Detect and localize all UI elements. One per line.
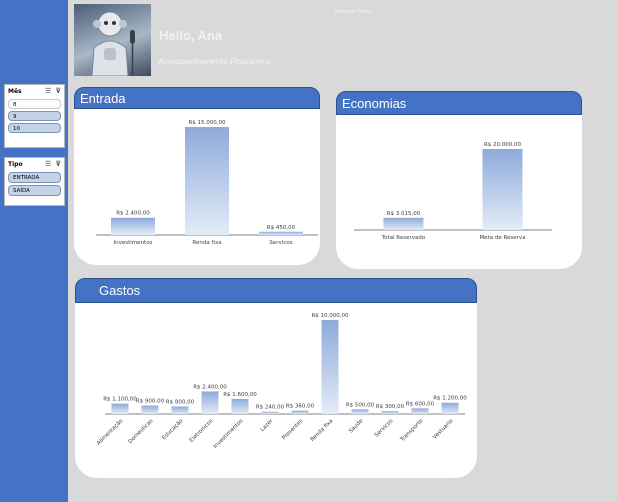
category-label: Renda fixa [192,240,221,246]
category-label: Saude [348,418,365,435]
robot-avatar-image [74,4,151,76]
data-label: R$ 800,00 [166,399,195,405]
month-slicer-item[interactable]: 9 [8,111,61,121]
gastos-chart: R$ 1.100,00 Alimentação R$ 900,00 Domestica… [96,313,467,450]
data-label: R$ 240,00 [256,405,285,411]
data-label: R$ 3.015,00 [387,211,421,217]
bar [291,410,309,414]
bar [261,411,279,414]
type-slicer-header: Tipo ☰ ⊽ [5,158,64,170]
category-label: Servicos [269,240,292,246]
category-label: Servicos [374,418,395,439]
search-button-label: Pesquisar Botão [334,9,371,15]
type-slicer-title: Tipo [8,160,23,168]
bar [111,217,155,235]
data-label: R$ 900,00 [136,399,165,405]
category-label: Lazer [260,418,275,433]
category-label: Presentes [281,418,304,441]
data-label: R$ 500,00 [346,402,375,408]
data-label: R$ 300,00 [376,404,405,410]
category-label: Alimentação [96,418,125,447]
entrada-chart: R$ 2.400,00 Investimentos R$ 15.000,00 Rend… [96,120,318,246]
category-label: Vestuario [432,418,455,441]
bar [231,398,249,414]
data-label: R$ 2.400,00 [193,384,227,390]
data-label: R$ 1.200,00 [433,396,467,402]
category-label: Total Reservado [381,235,426,241]
data-label: R$ 1.100,00 [103,397,137,403]
bar [201,391,219,414]
category-label: Investimentos [213,418,245,450]
multi-select-icon[interactable]: ☰ [45,87,51,95]
month-slicer-title: Mês [8,87,22,95]
bar [185,127,229,235]
category-label: Meta de Reserva [479,235,525,241]
dashboard-subtitle: Acompanhamento Financeiro [158,57,271,66]
month-slicer-item[interactable]: 8 [8,99,61,109]
bar [482,149,523,230]
data-label: R$ 15.000,00 [188,120,226,126]
data-label: R$ 10.000,00 [311,313,349,319]
category-label: Eletronicos [189,418,215,444]
bar [351,409,369,414]
month-slicer-header: Mês ☰ ⊽ [5,85,64,97]
left-sidebar [0,0,68,502]
clear-filter-icon[interactable]: ⊽ [55,87,61,95]
category-label: Renda fixa [310,418,335,443]
economias-chart: R$ 3.015,00 Total Reservado R$ 20.000,00 Me… [354,142,552,241]
data-label: R$ 360,00 [286,404,315,410]
multi-select-icon[interactable]: ☰ [45,160,51,168]
bar [141,405,159,414]
bar [111,403,129,414]
month-slicer-item[interactable]: 10 [8,123,61,133]
data-label: R$ 2.400,00 [116,211,150,217]
bar [441,402,459,414]
type-slicer-item[interactable]: SAÍDA [8,185,61,196]
data-label: R$ 20.000,00 [484,142,522,148]
bar [171,406,189,414]
bar [381,411,399,414]
bar [321,320,339,414]
category-label: Educação [161,418,185,442]
category-label: Domesticas [127,418,154,445]
greeting-title: Hello, Ana [159,28,223,43]
bar [259,231,303,235]
bar [383,217,424,230]
data-label: R$ 600,00 [406,401,435,407]
bar [411,408,429,414]
type-slicer-item[interactable]: ENTRADA [8,172,61,183]
data-label: R$ 450,00 [267,225,296,231]
month-slicer: Mês ☰ ⊽ 8 9 10 [4,84,65,148]
clear-filter-icon[interactable]: ⊽ [55,160,61,168]
category-label: Transporte [399,418,425,444]
type-slicer: Tipo ☰ ⊽ ENTRADA SAÍDA [4,157,65,206]
category-label: Investimentos [114,240,153,246]
data-label: R$ 1.600,00 [223,392,257,398]
